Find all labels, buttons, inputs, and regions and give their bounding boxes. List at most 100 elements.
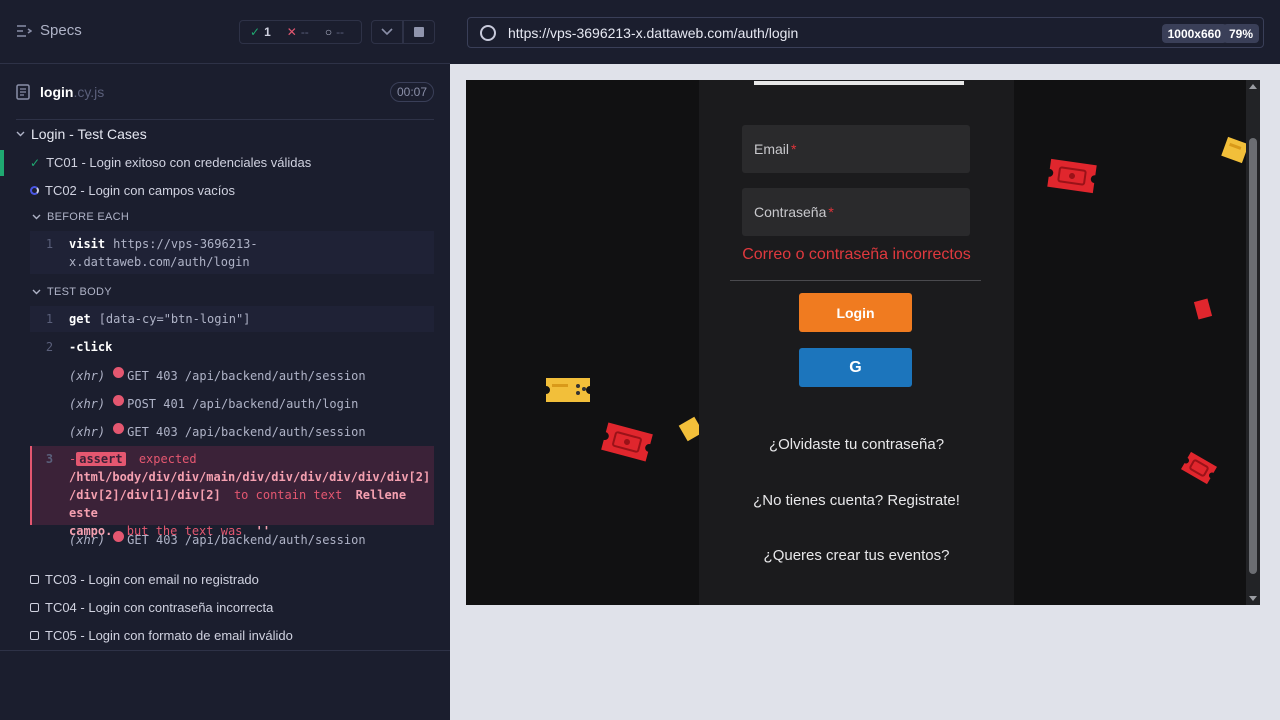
chevron-down-icon	[381, 28, 393, 36]
ticket-icon	[1193, 298, 1213, 320]
xhr-status-dot	[113, 367, 125, 378]
xhr-tag: (xhr)	[69, 533, 106, 547]
reporter-panel: Specs ✓ 1 ✕ -- ○ -- login .cy.js 00:07 L…	[0, 0, 450, 720]
command-name: get	[69, 312, 91, 326]
command-assert[interactable]: 3 - assert expected /html/body/div/div/ma…	[30, 450, 434, 540]
collapse-all-button[interactable]	[371, 20, 403, 44]
xhr-tag: (xhr)	[69, 425, 106, 439]
required-mark: *	[791, 141, 797, 157]
xhr-status-dot	[113, 423, 125, 434]
app-scrollbar[interactable]	[1246, 80, 1260, 605]
url-bar[interactable]: https://vps-3696213-x.dattaweb.com/auth/…	[467, 17, 1264, 48]
test-label: TC02 - Login con campos vacíos	[45, 183, 236, 198]
scale-badge[interactable]: 79%	[1222, 24, 1259, 43]
check-icon: ✓	[30, 155, 41, 170]
failed-count: --	[300, 25, 309, 39]
suite-title[interactable]: Login - Test Cases	[16, 126, 147, 142]
spinner-icon	[30, 186, 39, 195]
aut-panel: https://vps-3696213-x.dattaweb.com/auth/…	[450, 0, 1280, 720]
specs-header: Specs ✓ 1 ✕ -- ○ --	[0, 0, 450, 64]
spec-ext: .cy.js	[73, 84, 105, 100]
xhr-status-dot	[113, 395, 125, 406]
section-label: TEST BODY	[47, 286, 112, 298]
login-card: Email * Contraseña * Correo o contraseña i…	[699, 80, 1014, 605]
password-field[interactable]: Contraseña *	[742, 188, 970, 236]
assert-contain: to contain text	[233, 488, 343, 502]
spec-duration: 00:07	[389, 82, 434, 102]
test-tc05[interactable]: TC05 - Login con formato de email inváli…	[30, 628, 293, 643]
command-name: -click	[69, 340, 113, 354]
email-placeholder: Email	[754, 141, 790, 157]
login-button[interactable]: Login	[799, 293, 912, 332]
pending-test-icon	[30, 575, 39, 584]
xhr-row[interactable]: (xhr) GET 403 /api/backend/auth/session	[30, 423, 434, 441]
test-label: TC05 - Login con formato de email inváli…	[45, 628, 293, 643]
command-visit[interactable]: 1 visit https://vps-3696213- x.dattaweb.c…	[30, 235, 434, 271]
spec-file-header: login .cy.js 00:07	[16, 65, 434, 120]
test-stats: ✓ 1 ✕ -- ○ --	[239, 20, 362, 44]
command-click[interactable]: 2 -click	[30, 338, 434, 356]
xhr-tag: (xhr)	[69, 369, 106, 383]
passed-count: 1	[264, 25, 271, 39]
url-text[interactable]: https://vps-3696213-x.dattaweb.com/auth/…	[508, 25, 798, 41]
globe-icon	[480, 24, 496, 41]
pending-stat: ○ --	[325, 25, 344, 39]
command-get[interactable]: 1 get [data-cy="btn-login"]	[30, 310, 434, 328]
xhr-row[interactable]: (xhr) GET 403 /api/backend/auth/session	[30, 531, 434, 549]
passed-indicator	[0, 150, 4, 176]
xhr-text: GET 403 /api/backend/auth/session	[127, 533, 366, 547]
login-error-message: Correo o contraseña incorrectos	[742, 246, 971, 263]
google-login-button[interactable]: G	[799, 348, 912, 387]
xhr-row[interactable]: (xhr) POST 401 /api/backend/auth/login	[30, 395, 434, 413]
register-link[interactable]: ¿No tienes cuenta? Registrate!	[699, 492, 1014, 509]
stop-button[interactable]	[403, 20, 435, 44]
app-iframe: Email * Contraseña * Correo o contraseña i…	[466, 80, 1260, 605]
test-tc03[interactable]: TC03 - Login con email no registrado	[30, 572, 259, 587]
xhr-status-dot	[113, 531, 125, 542]
assert-xpath: /html/body/div/div/main/div/div/div/div/…	[69, 470, 431, 484]
command-number: 1	[45, 312, 54, 326]
specs-toggle[interactable]: Specs	[16, 22, 82, 39]
xhr-text: GET 403 /api/backend/auth/session	[127, 425, 366, 439]
spec-name[interactable]: login	[40, 84, 73, 100]
chevron-down-icon	[32, 214, 41, 220]
suite-label: Login - Test Cases	[31, 126, 147, 142]
test-tc04[interactable]: TC04 - Login con contraseña incorrecta	[30, 600, 273, 615]
xhr-row[interactable]: (xhr) GET 403 /api/backend/auth/session	[30, 367, 434, 385]
failed-stat: ✕ --	[287, 25, 309, 39]
brand-logo	[754, 80, 964, 85]
xhr-tag: (xhr)	[69, 397, 106, 411]
assert-expected: expected	[138, 452, 197, 466]
password-placeholder: Contraseña	[754, 204, 827, 220]
spinner-icon: ○	[324, 25, 333, 39]
required-mark: *	[828, 204, 834, 220]
command-message: [data-cy="btn-login"]	[98, 312, 251, 326]
ticket-icon	[1181, 451, 1217, 485]
email-field[interactable]: Email *	[742, 125, 970, 173]
xhr-text: GET 403 /api/backend/auth/session	[127, 369, 366, 383]
xhr-text: POST 401 /api/backend/auth/login	[127, 397, 359, 411]
divider	[730, 280, 981, 281]
test-label: TC01 - Login exitoso con credenciales vá…	[46, 155, 312, 170]
stop-icon	[414, 27, 424, 37]
test-tc02[interactable]: TC02 - Login con campos vacíos	[30, 183, 235, 198]
ticket-icon	[601, 422, 653, 462]
viewport-size-badge[interactable]: 1000x660	[1161, 24, 1227, 43]
google-icon: G	[849, 358, 862, 376]
specs-title: Specs	[40, 22, 82, 39]
before-each-hook[interactable]: BEFORE EACH	[32, 211, 129, 223]
test-body-section[interactable]: TEST BODY	[32, 286, 112, 298]
forgot-password-link[interactable]: ¿Olvidaste tu contraseña?	[699, 436, 1014, 453]
divider	[0, 650, 450, 651]
scroll-thumb[interactable]	[1249, 138, 1257, 574]
create-events-link[interactable]: ¿Queres crear tus eventos?	[699, 547, 1014, 564]
scroll-up-icon[interactable]	[1249, 84, 1257, 89]
assert-tag: assert	[76, 452, 126, 466]
pending-test-icon	[30, 603, 39, 612]
test-label: TC03 - Login con email no registrado	[45, 572, 259, 587]
scroll-down-icon[interactable]	[1249, 596, 1257, 601]
command-name: visit	[69, 237, 106, 251]
test-tc01[interactable]: ✓ TC01 - Login exitoso con credenciales …	[30, 155, 311, 170]
chevron-down-icon	[32, 289, 41, 295]
file-icon	[16, 84, 30, 100]
